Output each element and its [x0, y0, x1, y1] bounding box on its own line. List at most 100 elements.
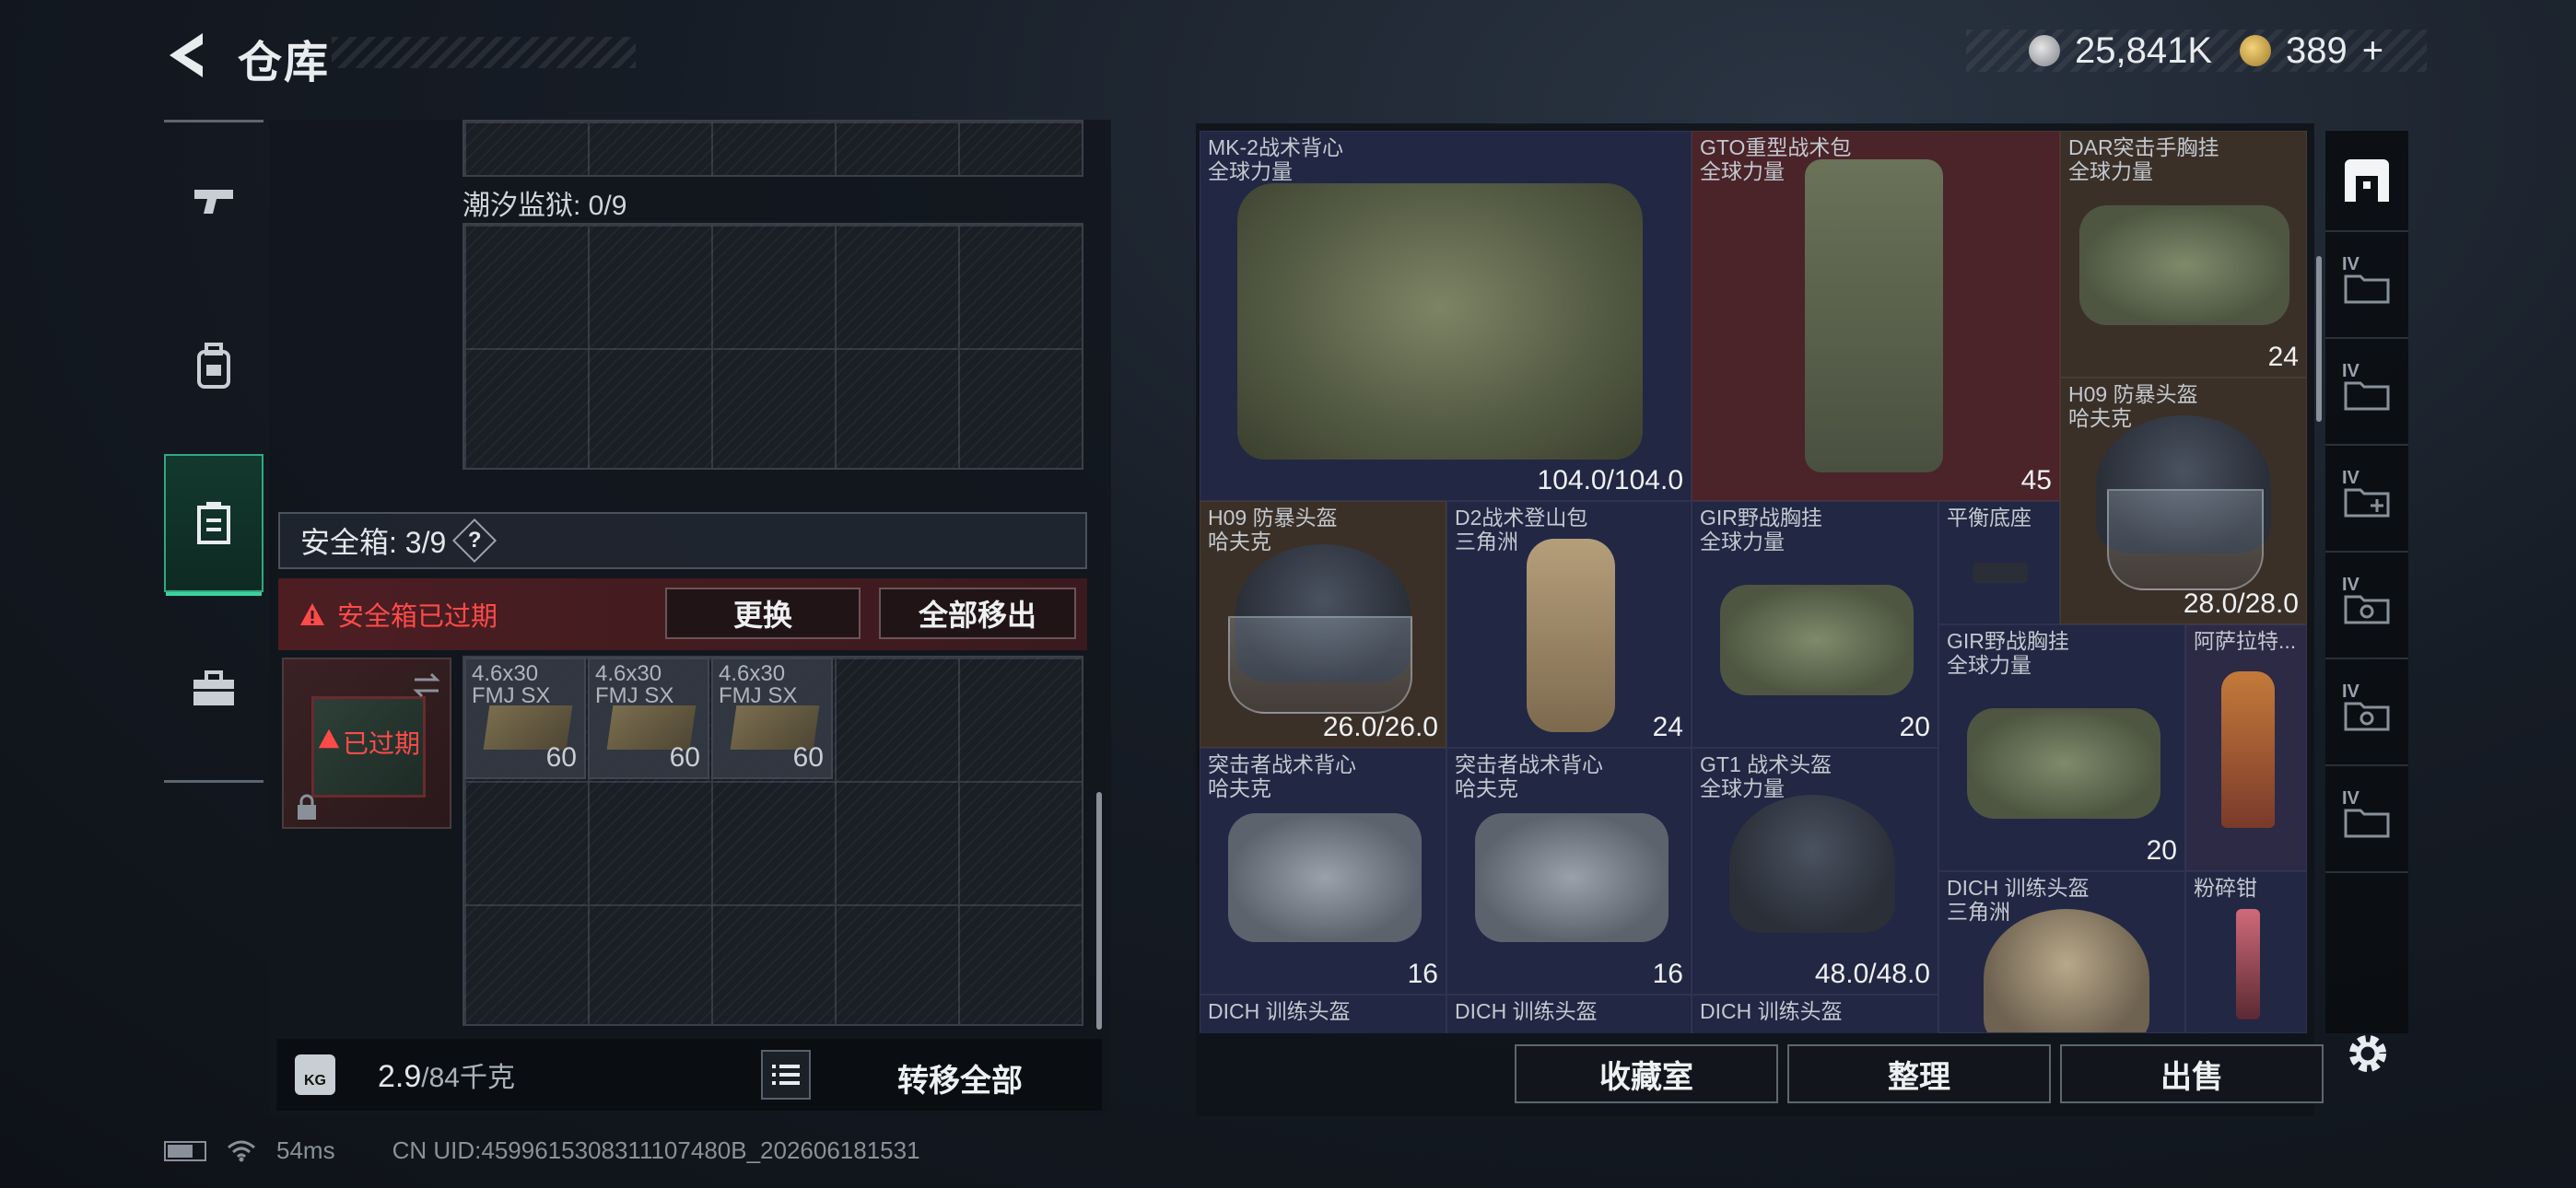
item-name: DAR突击手胸挂 — [2068, 135, 2219, 159]
nav-weapon[interactable] — [164, 132, 263, 270]
sell-button[interactable]: 出售 — [2060, 1044, 2324, 1103]
item-capacity: 24 — [2267, 342, 2299, 372]
add-currency-button[interactable]: + — [2362, 30, 2383, 72]
item-image — [1228, 813, 1422, 942]
item-capacity: 45 — [2020, 465, 2052, 495]
item-brand: 哈夫克 — [1208, 530, 1271, 553]
stash-item[interactable]: 突击者战术背心 哈夫克 16 — [1446, 748, 1692, 995]
item-name: GT1 战术头盔 — [1700, 752, 1832, 776]
warning-icon — [318, 728, 340, 749]
item-durability: 104.0/104.0 — [1537, 465, 1683, 495]
previous-container-grid[interactable] — [463, 120, 1083, 177]
category-all[interactable] — [2325, 131, 2408, 232]
all-items-icon — [2345, 159, 2389, 202]
user-uid: CN UID:4599615308311107480B_202606181531 — [392, 1136, 920, 1164]
item-image — [1720, 585, 1914, 695]
back-button[interactable] — [162, 28, 217, 83]
item-brand: 全球力量 — [1700, 159, 1785, 183]
stash-item[interactable]: DICH 训练头盔 — [1200, 995, 1446, 1033]
wifi-icon — [228, 1140, 255, 1161]
container-nav — [164, 120, 263, 783]
stash-item[interactable]: GTO重型战术包 全球力量 45 — [1692, 131, 2060, 501]
category-tab[interactable]: IV — [2325, 344, 2408, 446]
stash-item[interactable]: 平衡底座 — [1938, 501, 2060, 624]
remove-all-button[interactable]: 全部移出 — [879, 588, 1076, 639]
stash-item[interactable]: GIR野战胸挂 全球力量 20 — [1692, 501, 1938, 748]
item-brand: 哈夫克 — [1455, 776, 1518, 800]
ammo-name: 4.6x30 — [595, 661, 662, 686]
battery-icon — [164, 1140, 206, 1161]
item-name: D2战术登山包 — [1455, 506, 1588, 530]
ammo-name: 4.6x30 — [719, 661, 786, 686]
item-image — [1729, 795, 1895, 933]
transfer-all-button[interactable]: 转移全部 — [897, 1055, 1023, 1101]
stash-item[interactable]: DICH 训练头盔 三角洲 — [1938, 871, 2185, 1033]
page-title: 仓库 — [238, 39, 331, 87]
stash-item[interactable]: DICH 训练头盔 — [1446, 995, 1692, 1033]
weight-max: /84千克 — [421, 1063, 515, 1093]
ammo-item[interactable]: 4.6x30 FMJ SX 60 — [711, 658, 833, 779]
category-tab[interactable]: IV — [2325, 772, 2408, 873]
gold-currency-amount: 389 — [2286, 29, 2348, 71]
list-view-button[interactable] — [761, 1050, 811, 1100]
help-icon[interactable]: ? — [452, 518, 498, 564]
ammo-item[interactable]: 4.6x30 FMJ SX 60 — [588, 658, 709, 779]
list-icon — [772, 1065, 800, 1085]
item-image — [1973, 563, 2028, 583]
category-tab[interactable]: IV — [2325, 558, 2408, 659]
safe-box-header: 安全箱: 3/9 ? — [278, 512, 1087, 569]
stash-item[interactable]: 阿萨拉特... — [2185, 624, 2307, 871]
weight-icon: KG — [295, 1054, 335, 1095]
stash-item[interactable]: GIR野战胸挂 全球力量 20 — [1938, 624, 2185, 871]
stash-item[interactable]: 粉碎钳 — [2185, 871, 2307, 1033]
settings-button[interactable] — [2338, 1024, 2397, 1083]
item-brand: 哈夫克 — [2068, 406, 2132, 430]
item-name: 突击者战术背心 — [1208, 752, 1356, 776]
toolbox-icon — [193, 670, 234, 705]
category-tab[interactable]: IV — [2325, 451, 2408, 553]
stash-item[interactable]: H09 防暴头盔 哈夫克 28.0/28.0 — [2060, 378, 2307, 624]
nav-safebox[interactable] — [164, 454, 263, 596]
category-tab[interactable]: IV — [2325, 665, 2408, 766]
ammo-name: 4.6x30 — [472, 661, 539, 686]
category-tier: IV — [2342, 254, 2359, 274]
currency-bar: 25,841K 389 + — [1966, 29, 2427, 72]
gear-icon — [2349, 1035, 2386, 1072]
item-name: GIR野战胸挂 — [1700, 506, 1822, 530]
item-name: 平衡底座 — [1947, 506, 2032, 530]
stash-item[interactable]: DICH 训练头盔 — [1692, 995, 1938, 1033]
stash-item[interactable]: 突击者战术背心 哈夫克 16 — [1200, 748, 1446, 995]
weight-readout: 2.9/84千克 — [378, 1054, 515, 1095]
item-name: H09 防暴头盔 — [1208, 506, 1338, 530]
stash-item[interactable]: DAR突击手胸挂 全球力量 24 — [2060, 131, 2307, 378]
help-label: ? — [467, 527, 482, 553]
collection-room-button[interactable]: 收藏室 — [1515, 1044, 1778, 1103]
container-scrollbar[interactable] — [1096, 792, 1102, 1030]
item-brand: 三角洲 — [1455, 530, 1518, 553]
nav-backpack[interactable] — [164, 297, 263, 436]
stash-item[interactable]: GT1 战术头盔 全球力量 48.0/48.0 — [1692, 748, 1938, 995]
nav-toolbox[interactable] — [164, 620, 263, 758]
stash-item[interactable]: MK-2战术背心 全球力量 104.0/104.0 — [1200, 131, 1692, 501]
weight-current: 2.9 — [378, 1059, 422, 1094]
replace-button[interactable]: 更换 — [665, 588, 861, 639]
safe-box-slot[interactable]: 已过期 — [282, 658, 451, 829]
item-name: GIR野战胸挂 — [1947, 629, 2069, 653]
item-capacity: 16 — [1407, 959, 1438, 989]
organize-button[interactable]: 整理 — [1787, 1044, 2051, 1103]
category-tier: IV — [2342, 575, 2359, 595]
silver-coin-icon — [2029, 35, 2060, 66]
safebox-icon — [197, 502, 230, 544]
item-name: DICH 训练头盔 — [1700, 999, 1843, 1023]
tide-prison-grid[interactable] — [463, 223, 1083, 470]
ammo-sub: FMJ SX — [719, 683, 798, 708]
swap-icon[interactable] — [411, 672, 442, 698]
item-image — [2079, 205, 2289, 325]
item-capacity: 24 — [1652, 712, 1683, 742]
ammo-item[interactable]: 4.6x30 FMJ SX 60 — [464, 658, 586, 779]
stash-scrollbar[interactable] — [2316, 256, 2322, 422]
category-tab[interactable]: IV — [2325, 238, 2408, 339]
stash-item[interactable]: H09 防暴头盔 哈夫克 26.0/26.0 — [1200, 501, 1446, 748]
stash-item[interactable]: D2战术登山包 三角洲 24 — [1446, 501, 1692, 748]
item-brand: 全球力量 — [1700, 530, 1785, 553]
